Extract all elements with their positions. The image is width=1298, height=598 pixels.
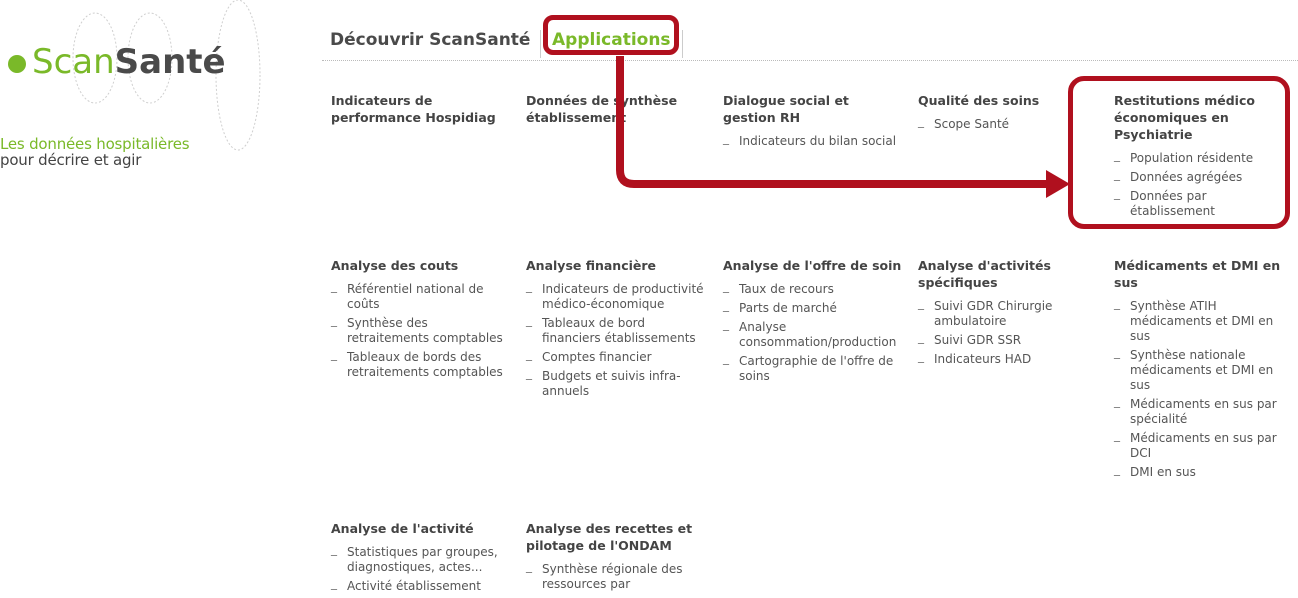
section-title[interactable]: Analyse des recettes et pilotage de l'ON… <box>526 520 706 554</box>
link-referentiel-couts[interactable]: Référentiel national de coûts <box>331 279 511 312</box>
section-title[interactable]: Analyse financière <box>526 257 706 274</box>
link-tableaux-retraitements[interactable]: Tableaux de bords des retraitements comp… <box>331 347 511 380</box>
tagline: Les données hospitalières pour décrire e… <box>0 135 190 169</box>
highlight-box-applications <box>543 15 679 55</box>
section-recettes-ondam: Analyse des recettes et pilotage de l'ON… <box>526 520 706 596</box>
logo-sante: Santé <box>114 42 226 82</box>
link-synthese-regionale[interactable]: Synthèse régionale des ressources par <box>526 559 706 592</box>
link-indicateurs-had[interactable]: Indicateurs HAD <box>918 349 1098 367</box>
link-synthese-nationale[interactable]: Synthèse nationale médicaments et DMI en… <box>1114 345 1284 393</box>
tab-divider <box>540 30 541 58</box>
logo[interactable]: ScanSanté Les données hospitalières pour… <box>0 0 300 200</box>
highlight-box-psychiatrie <box>1068 76 1290 229</box>
link-activite-etablissement[interactable]: Activité établissement <box>331 576 511 594</box>
link-bilan-social[interactable]: Indicateurs du bilan social <box>723 131 903 149</box>
section-title-text[interactable]: Dialogue social et gestion RH <box>723 93 849 125</box>
logo-dot-icon <box>8 55 26 73</box>
link-consommation-production[interactable]: Analyse consommation/production <box>723 317 903 350</box>
section-hospidiag: Indicateurs de performance Hospidiag <box>331 92 511 134</box>
main-tabs: Découvrir ScanSanté Applications <box>322 24 1298 61</box>
section-title[interactable]: Analyse d'activités spécifiques <box>918 257 1098 291</box>
section-activites-specifiques: Analyse d'activités spécifiques Suivi GD… <box>918 257 1098 371</box>
tagline-line2: pour décrire et agir <box>0 151 142 169</box>
link-med-dci[interactable]: Médicaments en sus par DCI <box>1114 428 1284 461</box>
link-parts-marche[interactable]: Parts de marché <box>723 298 903 316</box>
link-med-specialite[interactable]: Médicaments en sus par spécialité <box>1114 394 1284 427</box>
section-analyse-financiere: Analyse financière Indicateurs de produc… <box>526 257 706 403</box>
link-gdr-chirurgie[interactable]: Suivi GDR Chirurgie ambulatoire <box>918 296 1098 329</box>
tab-decouvrir[interactable]: Découvrir ScanSanté <box>330 30 530 50</box>
section-title[interactable]: Dialogue social et gestion RH <box>723 92 903 126</box>
tagline-line1: Les données hospitalières <box>0 135 190 153</box>
section-analyse-couts: Analyse des couts Référentiel national d… <box>331 257 511 384</box>
section-dialogue-social: Dialogue social et gestion RH Indicateur… <box>723 92 903 153</box>
link-productivite[interactable]: Indicateurs de productivité médico-écono… <box>526 279 706 312</box>
link-synthese-retraitements[interactable]: Synthèse des retraitements comptables <box>331 313 511 346</box>
section-title[interactable]: Analyse de l'offre de soin <box>723 257 903 274</box>
link-dmi-en-sus[interactable]: DMI en sus <box>1114 462 1284 480</box>
section-title[interactable]: Médicaments et DMI en sus <box>1114 257 1284 291</box>
link-budgets[interactable]: Budgets et suivis infra-annuels <box>526 366 706 399</box>
tab-divider <box>682 30 683 58</box>
section-medicaments-dmi: Médicaments et DMI en sus Synthèse ATIH … <box>1114 257 1284 484</box>
logo-wordmark: ScanSanté <box>32 40 226 84</box>
logo-scan: Scan <box>32 42 115 82</box>
section-title[interactable]: Analyse des couts <box>331 257 511 274</box>
section-title[interactable]: Indicateurs de performance Hospidiag <box>331 92 511 126</box>
link-synthese-atih[interactable]: Synthèse ATIH médicaments et DMI en sus <box>1114 296 1284 344</box>
link-taux-recours[interactable]: Taux de recours <box>723 279 903 297</box>
section-title[interactable]: Données de synthèse établissement <box>526 92 706 126</box>
link-statistiques-groupes[interactable]: Statistiques par groupes, diagnostiques,… <box>331 542 511 575</box>
section-analyse-activite: Analyse de l'activité Statistiques par g… <box>331 520 511 598</box>
section-title[interactable]: Analyse de l'activité <box>331 520 511 537</box>
section-donnees-synthese: Données de synthèse établissement <box>526 92 706 134</box>
link-cartographie[interactable]: Cartographie de l'offre de soins <box>723 351 903 384</box>
link-tableaux-financiers[interactable]: Tableaux de bord financiers établissemen… <box>526 313 706 346</box>
link-comptes-financier[interactable]: Comptes financier <box>526 347 706 365</box>
section-offre-soin: Analyse de l'offre de soin Taux de recou… <box>723 257 903 388</box>
link-gdr-ssr[interactable]: Suivi GDR SSR <box>918 330 1098 348</box>
